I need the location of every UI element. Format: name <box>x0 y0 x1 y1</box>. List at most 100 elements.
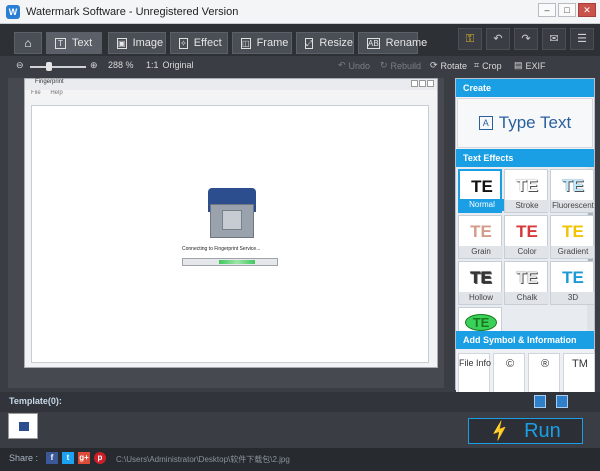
preview-menu-bar: File Help <box>25 90 437 99</box>
save-template-icon[interactable] <box>534 395 546 408</box>
symbol-register[interactable]: ®Register <box>528 353 560 407</box>
run-button[interactable]: ⚡ Run <box>468 418 583 444</box>
connecting-progress-bar <box>182 258 278 266</box>
preview-window-titlebar: Fingerprint <box>25 79 437 90</box>
app-logo-icon: W <box>6 4 20 19</box>
zoom-out-icon[interactable]: ⊖ <box>16 60 24 71</box>
effect-normal[interactable]: TE Normal <box>458 169 504 213</box>
google-plus-icon[interactable]: g+ <box>78 452 90 464</box>
share-label: Share : <box>9 453 39 463</box>
tab-rename[interactable]: AB Rename <box>358 32 427 54</box>
top-right-tools: ⚿ ↶ ↷ ✉ ☰ <box>458 28 594 50</box>
main-toolbar: ⌂ T Text ▣ Image ✧ Effect ◫ Frame ⤢ Resi… <box>0 24 600 56</box>
tab-effect[interactable]: ✧ Effect <box>170 32 228 54</box>
effect-stroke[interactable]: TE Stroke <box>504 169 549 213</box>
info-button[interactable]: ☰ <box>570 28 594 50</box>
facebook-icon[interactable]: f <box>46 452 58 464</box>
undo-label: Undo <box>348 60 371 71</box>
secondary-toolbar: ⊖ ⊕ 288 % 1:1 Original ↶ Undo ↻ Rebuild … <box>0 56 600 78</box>
rebuild-button[interactable]: ↻ Rebuild <box>380 60 421 71</box>
exif-button[interactable]: ▤ EXIF <box>514 60 546 71</box>
effect-sample: TE <box>470 268 492 287</box>
effect-chalk[interactable]: TE Chalk <box>504 261 549 305</box>
effect-icon: ✧ <box>179 37 188 49</box>
twitter-icon[interactable]: t <box>62 452 74 464</box>
rebuild-label: Rebuild <box>390 60 422 71</box>
original-size-label: Original <box>162 60 194 70</box>
effect-sample: TE <box>562 176 584 195</box>
exif-label: EXIF <box>525 60 546 71</box>
original-size-button[interactable]: 1:1 Original <box>146 60 194 70</box>
pinterest-icon[interactable]: p <box>94 452 106 464</box>
effect-gradient[interactable]: TE Gradient <box>550 215 594 259</box>
symbol-dynamic[interactable]: File InfoDynamic <box>458 353 491 407</box>
effect-3d[interactable]: TE 3D <box>550 261 594 305</box>
effect-label: Gradient <box>551 246 594 258</box>
connecting-status-text: Connecting to Fingerprint Service... <box>182 246 261 252</box>
effect-sample: TE <box>471 177 493 196</box>
effect-label: Grain <box>459 246 503 258</box>
zoom-slider-handle[interactable] <box>46 62 52 71</box>
symbol-copyright[interactable]: ©Copyright <box>493 353 525 407</box>
window-controls: – □ ✕ <box>538 3 596 17</box>
maximize-button[interactable]: □ <box>558 3 576 17</box>
effect-label: 3D <box>551 292 594 304</box>
image-canvas[interactable]: Fingerprint File Help Connecting to Fing… <box>8 78 444 388</box>
undo-history-button[interactable]: ↶ <box>486 28 510 50</box>
rotate-button[interactable]: ⟳ Rotate <box>430 60 467 71</box>
effect-more[interactable]: TE <box>458 307 502 331</box>
crop-button[interactable]: ⌗ Crop <box>474 60 502 71</box>
run-icon: ⚡ <box>488 420 513 443</box>
tab-text[interactable]: T Text <box>46 32 102 54</box>
run-label: Run <box>524 419 561 442</box>
undo-icon: ↶ <box>493 33 503 45</box>
tab-image-label: Image <box>132 37 164 49</box>
preview-maximize-icon <box>419 80 426 87</box>
effect-sample: TE <box>516 176 538 195</box>
tab-image[interactable]: ▣ Image <box>108 32 166 54</box>
redo-icon: ↷ <box>521 33 531 45</box>
tab-frame-label: Frame <box>256 37 289 49</box>
zoom-in-icon[interactable]: ⊕ <box>90 60 98 71</box>
template-label: Template(0): <box>9 396 62 406</box>
symbol-trademark[interactable]: TMTrademark <box>563 353 597 407</box>
tab-frame[interactable]: ◫ Frame <box>232 32 292 54</box>
redo-button[interactable]: ↷ <box>514 28 538 50</box>
rotate-label: Rotate <box>440 60 468 71</box>
symbol-glyph: TM <box>572 358 588 370</box>
share-bar: Share : f t g+ p C:\Users\Administrator\… <box>0 448 600 471</box>
feedback-button[interactable]: ✉ <box>542 28 566 50</box>
crop-label: Crop <box>482 60 502 71</box>
effect-hollow[interactable]: TE Hollow <box>458 261 503 305</box>
tab-text-label: Text <box>72 37 93 49</box>
tab-resize-label: Resize <box>319 37 354 49</box>
image-icon: ▣ <box>117 37 127 49</box>
preview-minimize-icon <box>411 80 418 87</box>
document-icon: ☰ <box>577 33 587 45</box>
image-thumbnail[interactable] <box>8 413 38 439</box>
home-icon: ⌂ <box>24 36 32 50</box>
home-button[interactable]: ⌂ <box>14 32 42 54</box>
register-key-button[interactable]: ⚿ <box>458 28 482 50</box>
effect-fluorescent[interactable]: TE Fluorescent <box>550 169 594 213</box>
effect-color[interactable]: TE Color <box>504 215 549 259</box>
tab-resize[interactable]: ⤢ Resize <box>296 32 354 54</box>
zoom-slider-track[interactable] <box>30 66 86 68</box>
effect-sample: TE <box>516 268 538 287</box>
preview-window-controls <box>411 80 434 87</box>
rotate-icon: ⟳ <box>430 60 438 70</box>
effect-label: Stroke <box>505 200 549 212</box>
undo-small-icon: ↶ <box>338 60 346 70</box>
preview-window-title: Fingerprint <box>35 79 64 85</box>
template-list-icon[interactable] <box>556 395 568 408</box>
effect-grain[interactable]: TE Grain <box>458 215 503 259</box>
zoom-value: 288 % <box>108 60 134 70</box>
preview-image: Fingerprint File Help Connecting to Fing… <box>24 78 438 368</box>
minimize-button[interactable]: – <box>538 3 556 17</box>
undo-button[interactable]: ↶ Undo <box>338 60 370 71</box>
type-text-button[interactable]: A Type Text <box>457 98 593 148</box>
close-button[interactable]: ✕ <box>578 3 596 17</box>
effect-sample: TE <box>562 268 584 287</box>
type-text-label: Type Text <box>498 113 572 132</box>
template-actions <box>534 395 568 408</box>
